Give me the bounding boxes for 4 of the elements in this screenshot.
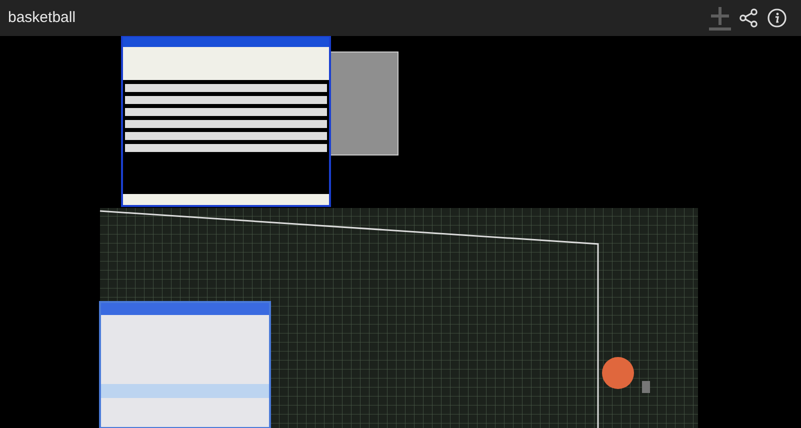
share-icon[interactable] [739, 8, 759, 28]
video-title: basketball [8, 9, 76, 27]
info-icon[interactable] [767, 8, 787, 28]
plus-icon[interactable] [709, 5, 731, 31]
